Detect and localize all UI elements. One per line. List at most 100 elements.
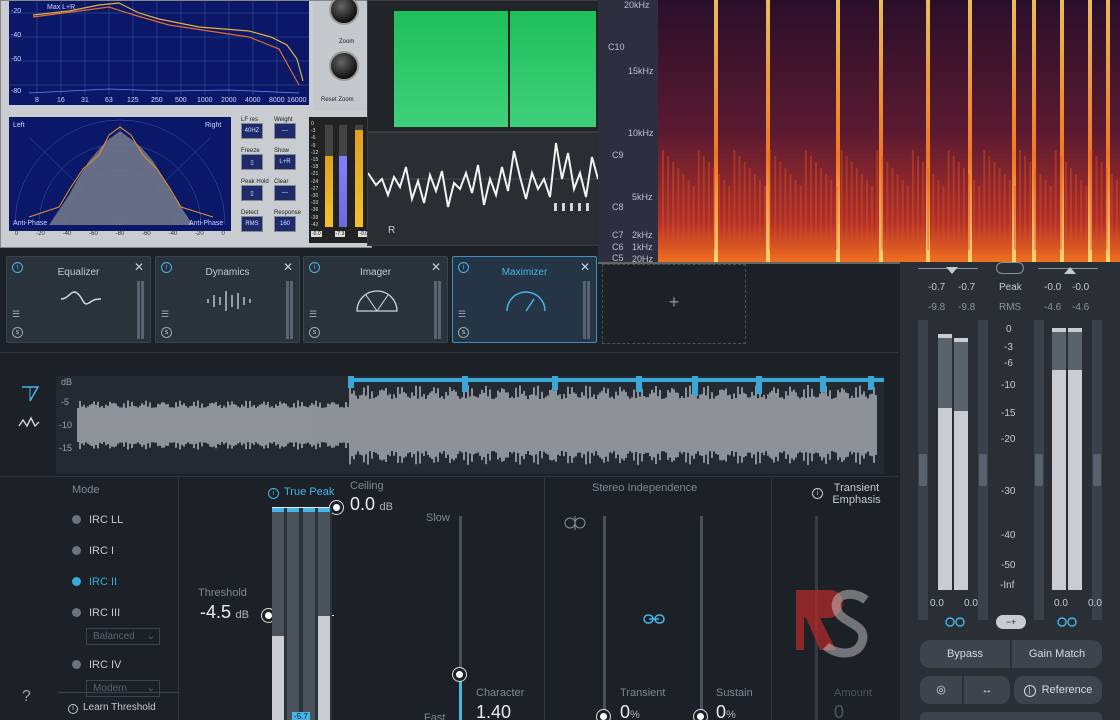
control-button[interactable]: L+R: [274, 154, 296, 170]
solo-icon[interactable]: s: [161, 327, 172, 338]
sustain-readout[interactable]: 0%: [716, 702, 736, 720]
stereo-link-toggle[interactable]: [996, 262, 1024, 274]
sustain-slider-track[interactable]: [700, 516, 703, 720]
list-icon[interactable]: ☰: [458, 309, 466, 320]
control-button[interactable]: —: [274, 123, 296, 139]
close-icon[interactable]: ✕: [134, 260, 144, 274]
harmonic-band: [830, 180, 833, 250]
input-trim-icon[interactable]: [946, 267, 958, 275]
waveform-display[interactable]: [56, 376, 884, 474]
db-tick: -60: [11, 56, 21, 63]
chevron-down-icon: ⌄: [146, 631, 155, 642]
spectrum-icon[interactable]: [18, 414, 42, 430]
module-level-fader[interactable]: [286, 281, 295, 339]
harmonic-band: [1049, 186, 1052, 250]
mode-option-irc-ll[interactable]: IRC LL: [72, 504, 178, 535]
mode-option-irc-iv[interactable]: IRC IV: [72, 649, 178, 680]
add-module-button[interactable]: +: [602, 264, 746, 344]
module-equalizer[interactable]: i Equalizer ✕ ☰ s: [6, 256, 151, 343]
module-maximizer[interactable]: i Maximizer ✕ ☰ s: [452, 256, 597, 343]
harmonic-band: [922, 162, 925, 250]
control-label: Peak Hold: [241, 179, 269, 185]
control-label: Detect: [241, 210, 259, 216]
filter-icon[interactable]: [20, 384, 40, 404]
list-icon[interactable]: ☰: [161, 309, 169, 320]
list-icon[interactable]: ☰: [309, 309, 317, 320]
character-slider-handle[interactable]: [453, 668, 466, 681]
input-meter-scrollbar[interactable]: [978, 320, 988, 620]
control-button[interactable]: ▯: [241, 154, 263, 170]
threshold-readout[interactable]: -4.5 dB: [200, 602, 249, 623]
zoom-knob-top[interactable]: [329, 0, 359, 25]
output-trim-icon[interactable]: [1064, 267, 1076, 275]
transient-readout[interactable]: 0%: [620, 702, 640, 720]
control-button[interactable]: —: [274, 185, 296, 201]
show-control[interactable]: Show L+R: [274, 148, 307, 179]
response-control[interactable]: Response 160: [274, 210, 307, 241]
character-value[interactable]: 1.40: [476, 702, 511, 720]
sustain-slider-handle[interactable]: [694, 710, 707, 720]
output-link-icon[interactable]: [1056, 615, 1078, 629]
input-gain-left[interactable]: 0.0: [930, 598, 944, 609]
meter-tick: -15: [311, 157, 319, 164]
output-gain-fader[interactable]: [1092, 320, 1102, 620]
mode-option-irc-i[interactable]: IRC I: [72, 535, 178, 566]
info-icon: i: [812, 488, 823, 499]
irc3-style-select[interactable]: Balanced ⌄: [86, 628, 160, 645]
mode-option-irc-ii[interactable]: IRC II: [72, 566, 178, 597]
close-icon[interactable]: ✕: [283, 260, 293, 274]
zoom-knob[interactable]: [329, 51, 359, 81]
control-button[interactable]: ▯: [241, 185, 263, 201]
radio-dot: [72, 608, 81, 617]
close-icon[interactable]: ✕: [580, 260, 590, 274]
meter-mode-toggle[interactable]: −+: [996, 615, 1026, 629]
solo-icon[interactable]: s: [12, 327, 23, 338]
module-imager[interactable]: i Imager ✕ ☰ s: [303, 256, 448, 343]
transient-slider-track[interactable]: [603, 516, 606, 720]
ceiling-readout[interactable]: 0.0 dB: [350, 494, 393, 515]
gain-match-button[interactable]: Gain Match: [1012, 640, 1102, 668]
input-link-icon[interactable]: [944, 615, 966, 629]
amount-value[interactable]: 0: [834, 702, 844, 720]
weight-control[interactable]: Weight —: [274, 117, 307, 148]
module-level-fader[interactable]: [137, 281, 146, 339]
link-icon[interactable]: [642, 612, 666, 626]
close-icon[interactable]: ✕: [431, 260, 441, 274]
control-button[interactable]: 40HZ: [241, 123, 263, 139]
lf-res-control[interactable]: LF res 40HZ: [241, 117, 274, 148]
solo-icon[interactable]: s: [309, 327, 320, 338]
harmonic-band: [779, 162, 782, 250]
input-gain-right[interactable]: 0.0: [964, 598, 978, 609]
oscilloscope-trace: R: [367, 142, 599, 236]
transient-slider-handle[interactable]: [597, 710, 610, 720]
swap-icon[interactable]: ↔: [964, 676, 1010, 704]
freeze-control[interactable]: Freeze ▯: [241, 148, 274, 179]
clear-control[interactable]: Clear —: [274, 179, 307, 210]
detect-control[interactable]: Detect RMS: [241, 210, 274, 241]
harmonic-band: [1070, 168, 1072, 250]
output-gain-left[interactable]: 0.0: [1054, 598, 1068, 609]
compare-icon[interactable]: ◎: [920, 676, 962, 704]
module-level-fader[interactable]: [434, 281, 443, 339]
reference-button[interactable]: | Reference: [1014, 676, 1102, 704]
reset-zoom-button[interactable]: Reset Zoom: [321, 97, 354, 103]
output-meter-scrollbar[interactable]: [1034, 320, 1044, 620]
module-dynamics[interactable]: i Dynamics ✕ ☰ s: [155, 256, 300, 343]
module-level-fader[interactable]: [583, 281, 592, 339]
true-peak-toggle[interactable]: i True Peak: [268, 486, 334, 499]
gain-reduction-readout: -5.7: [292, 712, 310, 720]
help-icon[interactable]: ?: [22, 688, 31, 706]
input-gain-fader[interactable]: [918, 320, 928, 620]
transient-emphasis-toggle[interactable]: i Transient Emphasis: [812, 482, 892, 506]
output-gain-right[interactable]: 0.0: [1088, 598, 1102, 609]
solo-icon[interactable]: s: [458, 327, 469, 338]
harmonic-band: [1024, 156, 1027, 250]
mode-option-irc-iii[interactable]: IRC III: [72, 597, 178, 628]
bypass-button[interactable]: Bypass: [920, 640, 1010, 668]
control-button[interactable]: RMS: [241, 216, 263, 232]
peak-hold-control[interactable]: Peak Hold ▯: [241, 179, 274, 210]
module-title: Dynamics: [205, 267, 250, 278]
list-icon[interactable]: ☰: [12, 309, 20, 320]
control-button[interactable]: 160: [274, 216, 296, 232]
learn-threshold-button[interactable]: i Learn Threshold: [58, 692, 178, 720]
